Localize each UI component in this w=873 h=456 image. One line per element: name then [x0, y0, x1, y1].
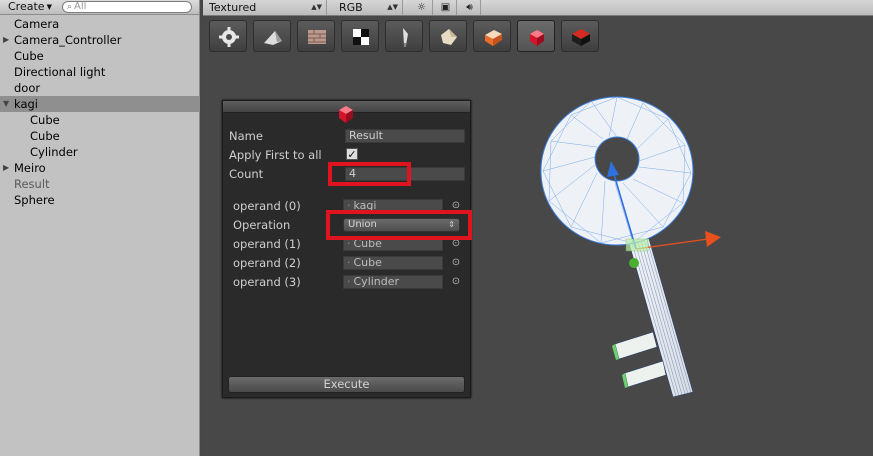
hierarchy-panel: Create ▼ ⌕ All Camera ▶ Camera_Controller C…: [0, 0, 200, 456]
brick-texture-icon: [308, 30, 326, 44]
tree-item-kagi-cylinder[interactable]: Cylinder: [0, 144, 200, 160]
detail-paint-icon: [441, 29, 457, 45]
operand-2-label: operand (2): [233, 256, 301, 270]
tree-item-label: Cube: [30, 113, 60, 127]
csg-logo-icon: [339, 106, 353, 123]
updown-arrow-icon: ▲▼: [387, 3, 398, 11]
expand-arrow-icon[interactable]: ▶: [3, 32, 9, 48]
tree-item-kagi-cube-2[interactable]: Cube: [0, 128, 200, 144]
black-box-icon: [572, 29, 590, 46]
updown-arrow-icon: ▲▼: [311, 3, 322, 11]
scene-toolbar: Textured ▲▼ RGB ▲▼ ☼ ▣ 🔊︎: [203, 0, 873, 16]
scene-lighting-toggle[interactable]: ☼: [411, 0, 433, 15]
tree-item-label: Camera_Controller: [14, 33, 122, 47]
operation-highlight-box: [326, 210, 472, 240]
tool-button-raise[interactable]: [253, 20, 291, 52]
search-icon: ⌕: [67, 2, 73, 12]
scene-overlay-toggle[interactable]: ▣: [435, 0, 457, 15]
execute-button[interactable]: Execute: [228, 376, 465, 393]
gear-icon: [219, 27, 239, 47]
tool-button-texture[interactable]: [297, 20, 335, 52]
csg-panel: Name Result Apply First to all ✓ Count 4…: [222, 100, 472, 398]
color-mode-dropdown[interactable]: RGB ▲▼: [333, 0, 403, 15]
tree-item-cube[interactable]: Cube: [0, 48, 200, 64]
tree-item-label: Cube: [14, 49, 44, 63]
object-dot-icon: ·: [347, 275, 351, 288]
count-label: Count: [229, 167, 264, 181]
tool-button-paint[interactable]: [341, 20, 379, 52]
checker-paint-icon: [353, 29, 369, 45]
tree-item-label: door: [14, 81, 41, 95]
tool-button-settings[interactable]: [209, 20, 247, 52]
tree-item-directional-light[interactable]: Directional light: [0, 64, 200, 80]
object-picker-icon[interactable]: ⊙: [451, 239, 461, 249]
tree-item-label: Directional light: [14, 65, 106, 79]
y-axis-arrow-icon: [607, 161, 619, 177]
tree-item-label: Result: [14, 177, 50, 191]
color-mode-value: RGB: [339, 1, 363, 14]
tree-item-door[interactable]: door: [0, 80, 200, 96]
operand-3-label: operand (3): [233, 275, 301, 289]
tree-item-label: Meiro: [14, 161, 46, 175]
tree-brush-icon: [403, 28, 408, 47]
settings-box-icon: [485, 30, 502, 46]
tree-item-label: Camera: [14, 17, 60, 31]
object-picker-icon[interactable]: ⊙: [451, 258, 461, 268]
tree-item-label: Sphere: [14, 193, 55, 207]
apply-first-checkbox[interactable]: ✓: [346, 148, 358, 160]
scene-view[interactable]: Name Result Apply First to all ✓ Count 4…: [203, 17, 873, 456]
tool-button-trees[interactable]: [385, 20, 423, 52]
render-mode-value: Textured: [209, 1, 257, 14]
tree-item-sphere[interactable]: Sphere: [0, 192, 200, 208]
tree-item-camera[interactable]: Camera: [0, 16, 200, 32]
csg-cube-icon: [530, 30, 544, 46]
tool-button-details[interactable]: [429, 20, 467, 52]
expand-arrow-icon[interactable]: ▶: [3, 160, 9, 176]
operand-2-value: Cube: [353, 256, 382, 269]
search-placeholder: All: [74, 1, 87, 12]
hierarchy-toolbar: Create ▼ ⌕ All: [0, 0, 199, 15]
tree-item-label: Cylinder: [30, 145, 78, 159]
scene-audio-toggle[interactable]: 🔊︎: [459, 0, 481, 15]
object-dot-icon: ·: [347, 256, 351, 269]
center-handle-icon: [629, 258, 639, 268]
operand-1-label: operand (1): [233, 237, 301, 251]
render-mode-dropdown[interactable]: Textured ▲▼: [203, 0, 327, 15]
image-icon: ▣: [440, 2, 451, 13]
tool-button-black-box[interactable]: [561, 20, 599, 52]
operand-3-field[interactable]: · Cylinder: [343, 275, 443, 289]
terrain-raise-icon: [264, 31, 282, 45]
speaker-icon: 🔊︎: [466, 2, 473, 13]
name-label: Name: [229, 129, 263, 143]
operand-2-field[interactable]: · Cube: [343, 256, 443, 270]
tree-item-kagi[interactable]: ▼ kagi: [0, 96, 200, 112]
create-dropdown[interactable]: Create ▼: [2, 0, 54, 14]
checkmark-icon: ✓: [347, 148, 357, 161]
x-axis-arrow-icon: [705, 231, 721, 247]
collapse-arrow-icon[interactable]: ▼: [3, 96, 9, 112]
count-highlight-box: [328, 162, 411, 186]
tool-button-box[interactable]: [473, 20, 511, 52]
sun-icon: ☼: [417, 2, 426, 13]
tree-item-kagi-cube-1[interactable]: Cube: [0, 112, 200, 128]
operand-3-value: Cylinder: [353, 275, 400, 288]
create-label: Create: [8, 0, 45, 13]
operand-0-label: operand (0): [233, 199, 301, 213]
object-picker-icon[interactable]: ⊙: [451, 277, 461, 287]
tree-item-camera-controller[interactable]: ▶ Camera_Controller: [0, 32, 200, 48]
apply-first-label: Apply First to all: [229, 148, 322, 162]
tree-item-result[interactable]: Result: [0, 176, 200, 192]
hierarchy-search-input[interactable]: ⌕ All: [62, 1, 192, 13]
tree-item-label: Cube: [30, 129, 60, 143]
key-ring: [540, 96, 694, 246]
tool-button-csg[interactable]: [517, 20, 555, 52]
dropdown-arrow-icon: ▼: [46, 3, 52, 11]
operation-label: Operation: [233, 218, 291, 232]
key-mesh[interactable]: [523, 87, 733, 407]
name-field[interactable]: Result: [345, 129, 465, 143]
hierarchy-tree: Camera ▶ Camera_Controller Cube Direction…: [0, 16, 200, 208]
tree-item-meiro[interactable]: ▶ Meiro: [0, 160, 200, 176]
tree-item-label: kagi: [14, 97, 38, 111]
